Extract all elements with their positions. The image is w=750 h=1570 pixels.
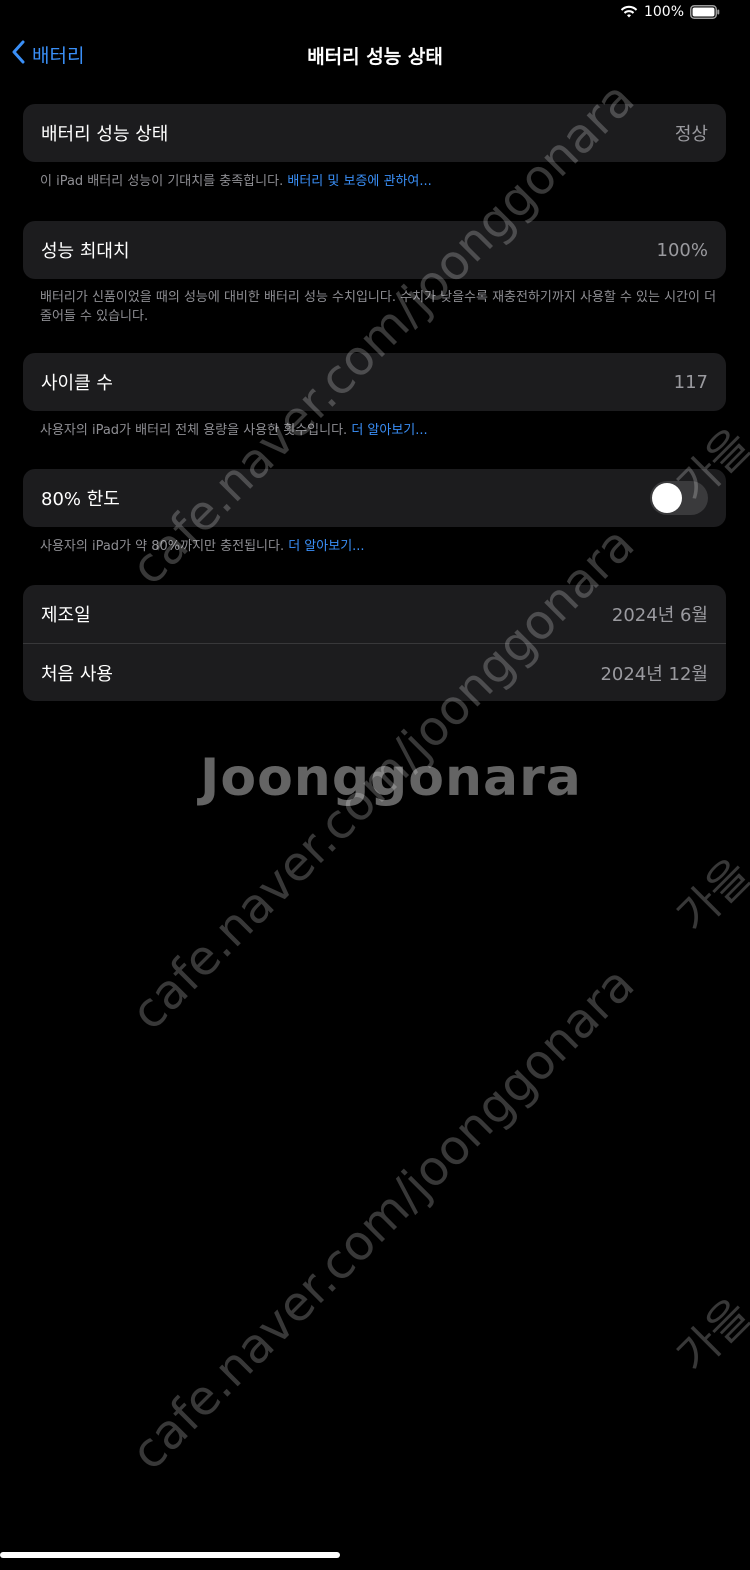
cycle-count-footnote: 사용자의 iPad가 배터리 전체 용량을 사용한 횟수입니다. 더 알아보기.… <box>40 421 720 440</box>
limit-80-row: 80% 한도 <box>23 469 726 527</box>
battery-health-group: 배터리 성능 상태 정상 <box>23 104 726 162</box>
first-use-value: 2024년 12월 <box>600 663 708 685</box>
cycle-count-learn-more-link[interactable]: 더 알아보기... <box>351 423 427 438</box>
battery-health-value: 정상 <box>674 124 708 145</box>
watermark-korean: 가을 <box>667 849 750 943</box>
limit-80-toggle[interactable] <box>650 481 708 515</box>
battery-warranty-link[interactable]: 배터리 및 보증에 관하여... <box>287 174 431 189</box>
limit-80-label: 80% 한도 <box>41 489 120 510</box>
max-capacity-value: 100% <box>656 239 708 261</box>
limit-80-learn-more-link[interactable]: 더 알아보기... <box>288 539 364 554</box>
cycle-count-footnote-text: 사용자의 iPad가 배터리 전체 용량을 사용한 횟수입니다. <box>40 423 352 438</box>
status-bar: 100% <box>0 0 750 30</box>
navigation-bar: 배터리 배터리 성능 상태 <box>0 36 750 76</box>
cycle-count-label: 사이클 수 <box>41 373 113 394</box>
home-indicator[interactable] <box>0 1552 340 1558</box>
first-use-row: 처음 사용 2024년 12월 <box>23 643 726 701</box>
page-title: 배터리 성능 상태 <box>307 46 443 68</box>
wifi-icon <box>620 5 638 19</box>
battery-percent: 100% <box>643 4 684 20</box>
battery-health-row[interactable]: 배터리 성능 상태 정상 <box>23 104 726 162</box>
battery-health-label: 배터리 성능 상태 <box>41 124 169 145</box>
battery-health-footnote: 이 iPad 배터리 성능이 기대치를 충족합니다. 배터리 및 보증에 관하여… <box>40 172 720 191</box>
cycle-count-row: 사이클 수 117 <box>23 353 726 411</box>
watermark-logo: Joonggonara <box>200 748 582 808</box>
max-capacity-label: 성능 최대치 <box>41 241 130 262</box>
watermark-url: cafe.naver.com/joonggonara <box>120 956 646 1481</box>
limit-80-group: 80% 한도 <box>23 469 726 527</box>
limit-80-footnote-text: 사용자의 iPad가 약 80%까지만 충전됩니다. <box>40 539 289 554</box>
dates-group: 제조일 2024년 6월 처음 사용 2024년 12월 <box>23 585 726 701</box>
cycle-count-group: 사이클 수 117 <box>23 353 726 411</box>
manufacture-date-row: 제조일 2024년 6월 <box>23 585 726 643</box>
max-capacity-footnote: 배터리가 신품이었을 때의 성능에 대비한 배터리 성능 수치입니다. 수치가 … <box>40 290 717 324</box>
cycle-count-value: 117 <box>673 371 708 393</box>
manufacture-date-value: 2024년 6월 <box>611 605 708 626</box>
toggle-knob <box>652 483 682 513</box>
status-right: 100% <box>620 4 720 20</box>
manufacture-date-label: 제조일 <box>41 605 91 626</box>
max-capacity-group: 성능 최대치 100% <box>23 221 726 279</box>
battery-health-footnote-text: 이 iPad 배터리 성능이 기대치를 충족합니다. <box>40 174 288 189</box>
limit-80-footnote: 사용자의 iPad가 약 80%까지만 충전됩니다. 더 알아보기... <box>40 537 720 556</box>
first-use-label: 처음 사용 <box>41 663 113 685</box>
battery-icon <box>690 5 720 19</box>
max-capacity-row: 성능 최대치 100% <box>23 221 726 279</box>
watermark-korean: 가을 <box>667 1289 750 1383</box>
